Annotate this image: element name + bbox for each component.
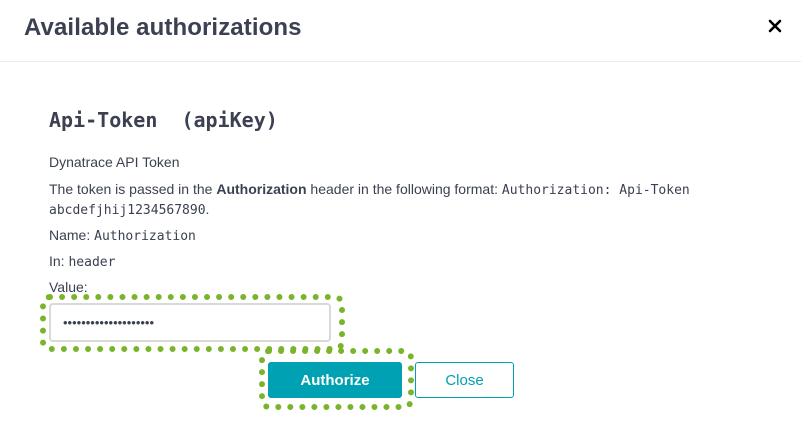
in-label: In: xyxy=(49,253,69,269)
dialog-header: Available authorizations xyxy=(0,0,801,62)
dialog-title: Available authorizations xyxy=(24,14,302,41)
authorizations-dialog: Available authorizations Api-Token (apiK… xyxy=(0,0,801,447)
format-text-prefix: The token is passed in the xyxy=(49,181,217,197)
auth-section-title: Api-Token (apiKey) xyxy=(49,108,278,132)
format-code: Authorization: Api-Token xyxy=(501,183,690,198)
name-label: Name: xyxy=(49,227,95,243)
auth-in-row: In: header xyxy=(49,252,115,272)
api-token-value-input[interactable] xyxy=(49,303,331,342)
format-text-end: . xyxy=(205,201,210,217)
value-label: Value: xyxy=(49,279,88,295)
format-text-bold: Authorization xyxy=(216,181,307,197)
in-value: header xyxy=(68,255,116,270)
format-text-middle: header in the following format: xyxy=(306,181,502,197)
close-button[interactable]: Close xyxy=(415,362,514,398)
auth-name-row: Name: Authorization xyxy=(49,226,196,246)
auth-format-text-line2: abcdefjhij1234567890. xyxy=(49,200,209,220)
authorize-button[interactable]: Authorize xyxy=(268,362,402,398)
auth-description: Dynatrace API Token xyxy=(49,154,180,170)
auth-format-text: The token is passed in the Authorization… xyxy=(49,180,749,200)
format-code-line2: abcdefjhij1234567890 xyxy=(49,203,206,218)
close-icon[interactable] xyxy=(767,18,783,34)
name-value: Authorization xyxy=(94,229,196,244)
